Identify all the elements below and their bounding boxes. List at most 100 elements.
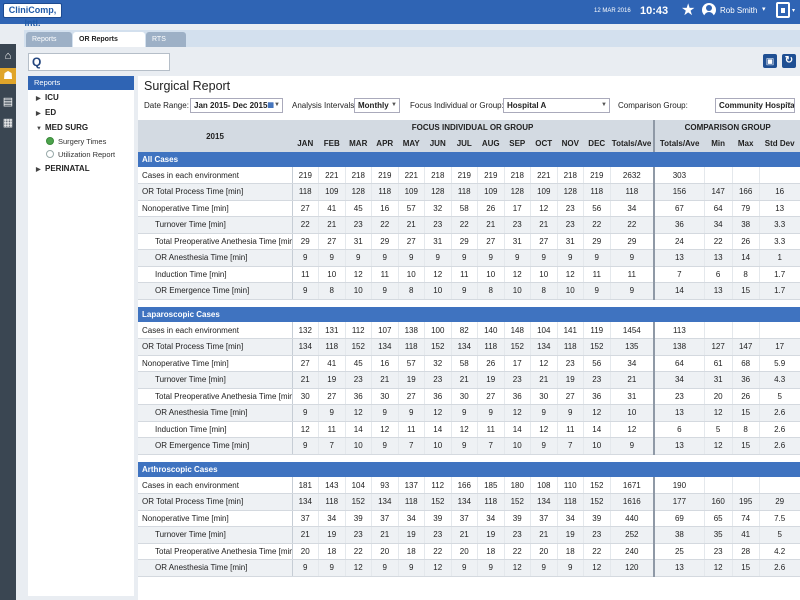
month-value: 10 bbox=[345, 437, 372, 455]
month-value: 9 bbox=[371, 404, 399, 422]
month-value: 128 bbox=[557, 183, 584, 201]
print-icon[interactable]: ▣ bbox=[763, 54, 777, 68]
surgical-report-table: 2015 FOCUS INDIVIDUAL OR GROUP COMPARISON … bbox=[138, 120, 800, 577]
chevron-down-icon[interactable]: ▾ bbox=[762, 5, 766, 13]
column-header-month: MAY bbox=[398, 134, 425, 152]
table-row: Total Preoperative Anethesia Time [min] 2… bbox=[138, 233, 800, 250]
month-value: 118 bbox=[398, 338, 425, 356]
month-value: 21 bbox=[530, 526, 558, 544]
section-header-row: All Cases bbox=[138, 152, 800, 167]
month-value: 17 bbox=[504, 355, 531, 372]
month-value: 30 bbox=[371, 388, 399, 405]
month-value: 18 bbox=[398, 543, 425, 560]
month-value: 7 bbox=[477, 437, 505, 455]
monitor-icon[interactable]: ▤ bbox=[0, 94, 16, 110]
home-icon[interactable]: ⌂ bbox=[0, 48, 16, 64]
month-value: 37 bbox=[371, 510, 399, 527]
radio-icon[interactable] bbox=[46, 150, 54, 158]
search-input[interactable]: Q bbox=[28, 53, 170, 71]
user-name[interactable]: Rob Smith bbox=[720, 6, 757, 15]
comparison-value: 41 bbox=[732, 526, 760, 544]
month-value: 7 bbox=[557, 437, 584, 455]
month-value: 19 bbox=[318, 371, 346, 389]
sidebar-item-icu[interactable]: ▶ ICU bbox=[28, 90, 134, 105]
month-value: 9 bbox=[530, 437, 558, 455]
comparison-value: 23 bbox=[654, 388, 705, 405]
comparison-value: 5 bbox=[704, 421, 733, 438]
month-value: 118 bbox=[451, 183, 478, 201]
interval-select[interactable]: Monthly ▼ bbox=[354, 98, 400, 113]
month-value: 9 bbox=[371, 559, 399, 577]
table-row: OR Emergence Time [min] 9 7 10 9 7 10 9 7 10 9 7 10 9… bbox=[138, 437, 800, 455]
month-value: 9 bbox=[292, 404, 319, 422]
sidebar-subitem[interactable]: Utilization Report bbox=[28, 148, 134, 161]
section-title: Arthroscopic Cases bbox=[138, 462, 800, 477]
month-value: 58 bbox=[451, 355, 478, 372]
month-value: 19 bbox=[477, 371, 505, 389]
tab-rts[interactable]: RTS bbox=[146, 32, 186, 47]
comparison-value: 69 bbox=[654, 510, 705, 527]
sidebar-item-med-surg[interactable]: ▼ MED SURG bbox=[28, 120, 134, 135]
tab-or-reports[interactable]: OR Reports bbox=[73, 32, 145, 47]
row-label: Total Preoperative Anethesia Time [min] bbox=[138, 233, 293, 250]
comparison-value: 15 bbox=[732, 404, 760, 422]
reports-sidebar: Reports ▶ ICU ▶ ED ▼ MED SURG Surgery Times Uti… bbox=[28, 76, 134, 596]
month-value: 107 bbox=[371, 322, 399, 339]
month-value: 39 bbox=[345, 510, 372, 527]
calendar-icon[interactable]: ▦ bbox=[267, 99, 274, 112]
month-value: 36 bbox=[424, 388, 452, 405]
chevron-down-icon[interactable]: ▼ bbox=[391, 99, 397, 112]
month-value: 9 bbox=[318, 559, 346, 577]
comparison-value: 7.5 bbox=[759, 510, 800, 527]
table-row: Induction Time [min] 11 10 12 11 10 12 11 10 12 10… bbox=[138, 266, 800, 283]
sidebar-item-perinatal[interactable]: ▶ PERINATAL bbox=[28, 161, 134, 176]
comparison-value: 20 bbox=[704, 388, 733, 405]
focus-select[interactable]: Hospital A ▼ bbox=[503, 98, 610, 113]
comparison-value: 2.6 bbox=[759, 559, 800, 577]
chevron-down-icon[interactable]: ▼ bbox=[274, 99, 280, 112]
table-row: OR Total Process Time [min] 118 109 128 118 1… bbox=[138, 183, 800, 201]
star-icon[interactable]: ★ bbox=[681, 2, 695, 20]
person-icon[interactable]: ☗ bbox=[0, 68, 16, 84]
sidebar-item-ed[interactable]: ▶ ED bbox=[28, 105, 134, 120]
comparison-value: 17 bbox=[759, 338, 800, 356]
grid-icon[interactable]: ▦ bbox=[0, 115, 16, 131]
month-value: 16 bbox=[371, 200, 399, 217]
month-value: 9 bbox=[504, 249, 531, 267]
lock-icon[interactable] bbox=[776, 2, 790, 18]
comparison-select[interactable]: Community Hospitals ▼ bbox=[715, 98, 795, 113]
focus-total-value: 1671 bbox=[610, 477, 656, 494]
comparison-value: 13 bbox=[654, 404, 705, 422]
month-value: 185 bbox=[477, 477, 505, 494]
comparison-value: 79 bbox=[732, 200, 760, 217]
comparison-value: 177 bbox=[654, 493, 705, 511]
month-value: 19 bbox=[557, 371, 584, 389]
user-avatar-icon[interactable] bbox=[702, 3, 716, 17]
refresh-icon[interactable]: ↻ bbox=[782, 54, 796, 68]
comparison-value: 7 bbox=[654, 266, 705, 283]
date-range-select[interactable]: Jan 2015- Dec 2015 ▦ ▼ bbox=[190, 98, 283, 113]
chevron-down-icon[interactable]: ▾ bbox=[792, 7, 795, 14]
row-label: Cases in each environment bbox=[138, 477, 293, 494]
month-value: 27 bbox=[398, 388, 425, 405]
month-value: 20 bbox=[292, 543, 319, 560]
chevron-down-icon[interactable]: ▼ bbox=[601, 99, 607, 112]
month-value: 37 bbox=[451, 510, 478, 527]
chevron-down-icon[interactable]: ▼ bbox=[786, 99, 792, 112]
month-value: 82 bbox=[451, 322, 478, 339]
month-value: 118 bbox=[477, 338, 505, 356]
radio-icon[interactable] bbox=[46, 137, 54, 145]
table-row: OR Anesthesia Time [min] 9 9 9 9 9 9 9 9 9 9 9 9 9 13 1… bbox=[138, 249, 800, 267]
comparison-value: 195 bbox=[732, 493, 760, 511]
tab-reports[interactable]: Reports bbox=[26, 32, 72, 47]
comparison-value: 13 bbox=[654, 249, 705, 267]
month-value: 138 bbox=[398, 322, 425, 339]
month-value: 45 bbox=[345, 200, 372, 217]
month-value: 19 bbox=[557, 526, 584, 544]
month-value: 11 bbox=[318, 421, 346, 438]
focus-group-header: FOCUS INDIVIDUAL OR GROUP bbox=[292, 120, 655, 134]
month-value: 23 bbox=[424, 371, 452, 389]
comparison-value: 61 bbox=[704, 355, 733, 372]
month-value: 20 bbox=[530, 543, 558, 560]
filter-bar: Date Range: Jan 2015- Dec 2015 ▦ ▼ Analysi… bbox=[144, 98, 800, 114]
